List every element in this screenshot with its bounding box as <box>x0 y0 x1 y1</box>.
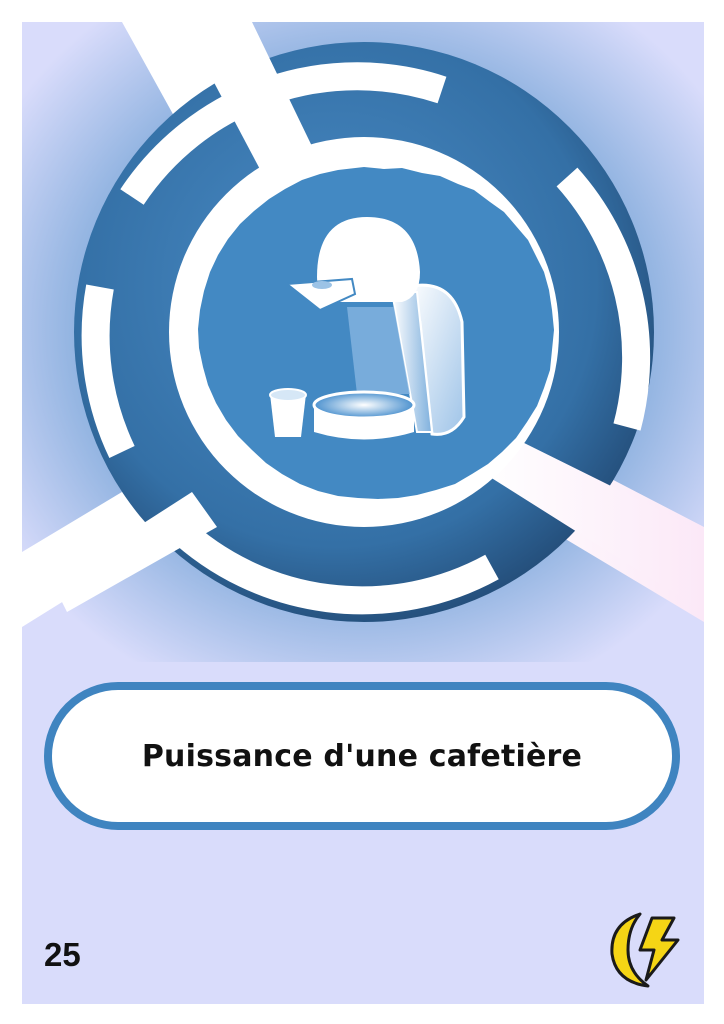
card-title: Puissance d'une cafetière <box>141 738 583 774</box>
lightning-moon-icon <box>610 912 680 988</box>
title-box: Puissance d'une cafetière <box>44 682 680 830</box>
card-illustration <box>22 22 704 662</box>
card: Puissance d'une cafetière 25 <box>22 22 704 1004</box>
card-number: 25 <box>44 936 81 973</box>
